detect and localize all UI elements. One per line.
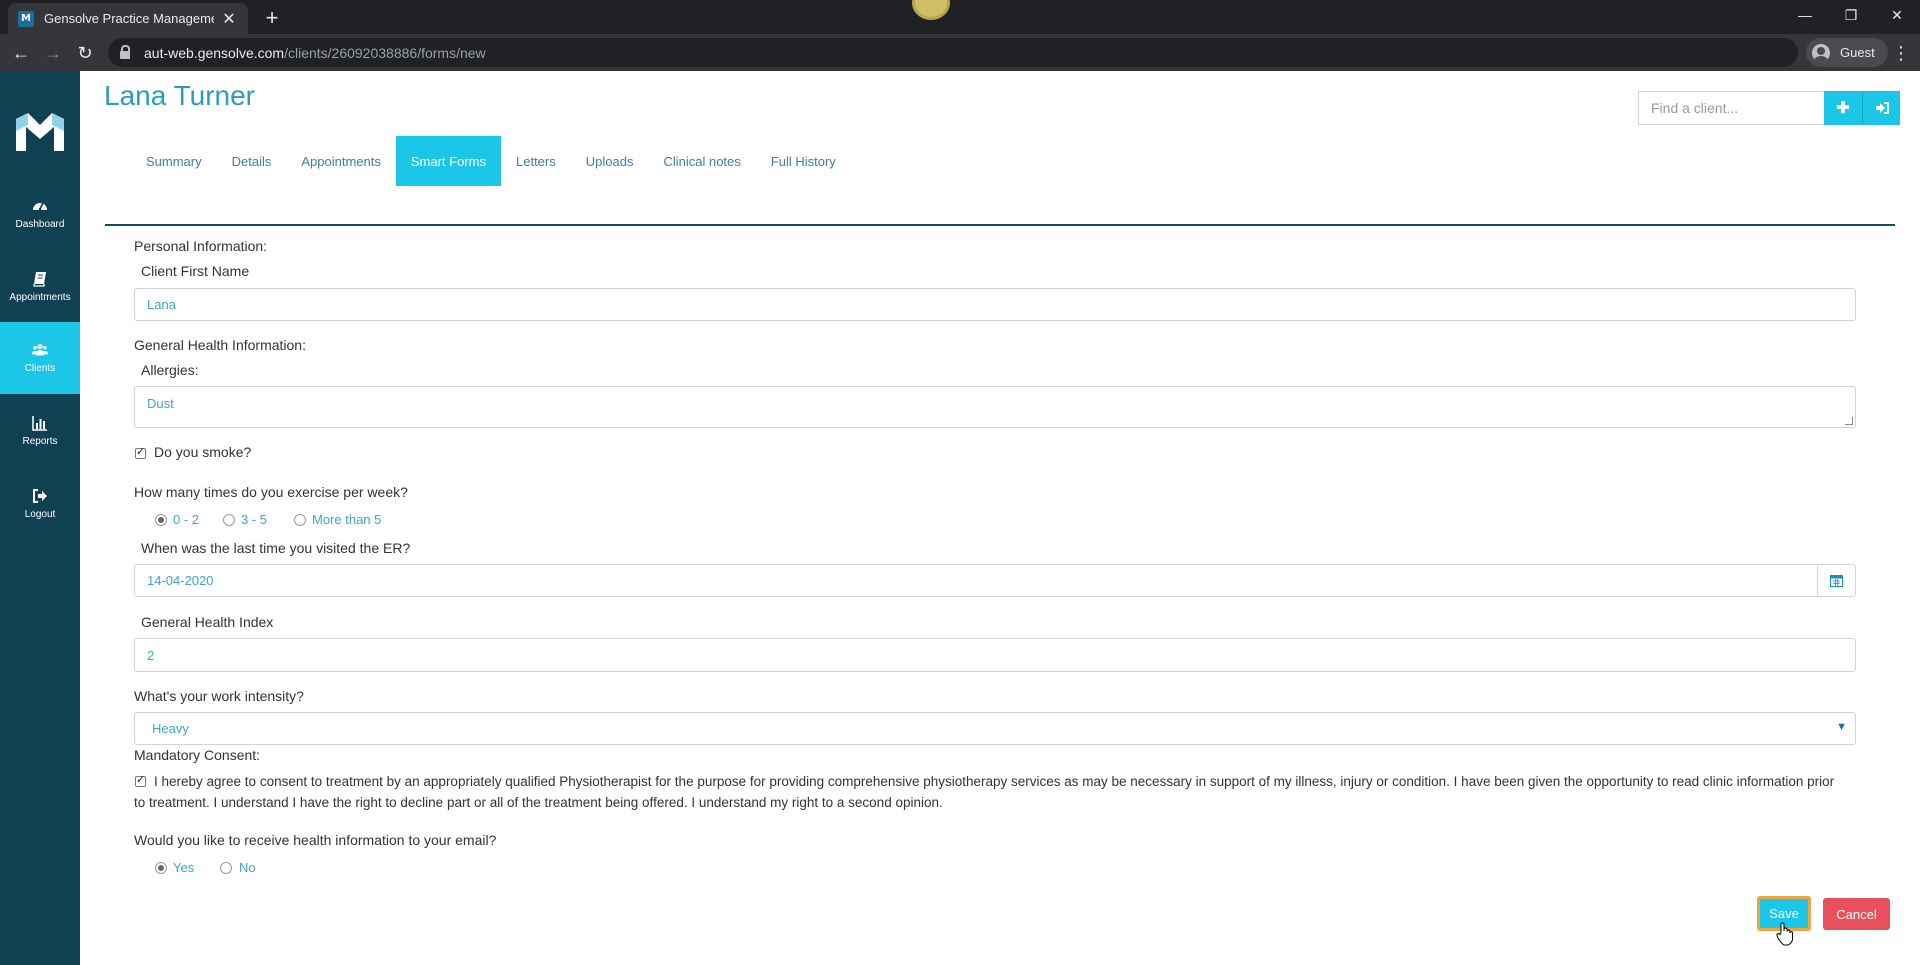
email-option-label: No [239,860,256,875]
exercise-radio-3-5[interactable] [223,514,235,526]
exercise-option-label: More than 5 [312,512,382,527]
tab-summary[interactable]: Summary [131,136,217,186]
gensolve-logo-icon[interactable] [14,109,66,153]
exercise-label: How many times do you exercise per week? [134,484,408,500]
add-client-button[interactable]: ✚ [1824,91,1862,125]
url-path: /clients/26092038886/forms/new [284,44,486,61]
allergies-label: Allergies: [141,362,199,378]
back-icon[interactable]: ← [8,40,34,66]
first-name-label: Client First Name [141,263,250,279]
new-tab-icon[interactable]: + [258,4,286,32]
cancel-button[interactable]: Cancel [1823,898,1890,930]
find-client-input[interactable] [1638,91,1825,125]
tab-clinical-notes[interactable]: Clinical notes [648,136,755,186]
er-date-field[interactable]: 14-04-2020 [134,564,1856,597]
client-tabs: Summary Details Appointments Smart Forms… [131,136,851,186]
browser-tabstrip: M Gensolve Practice Management ✕ + — ❐ ✕ [0,0,1920,34]
consent-heading: Mandatory Consent: [134,747,261,763]
sidebar-item-reports[interactable]: Reports [0,395,80,467]
open-client-button[interactable] [1862,91,1900,125]
personal-info-heading: Personal Information: [134,238,268,254]
account-icon [1812,43,1830,62]
sidebar: Dashboard Appointments Clients Reports L… [0,71,80,965]
sidebar-item-dashboard[interactable]: Dashboard [0,178,80,250]
first-name-field[interactable]: Lana [134,288,1856,321]
page-title: Lana Turner [104,80,255,111]
calendar-icon [1830,575,1843,587]
forward-icon[interactable]: → [40,40,66,66]
gensolve-favicon-icon: M [18,10,34,27]
tab-letters[interactable]: Letters [501,136,571,186]
tab-smart-forms[interactable]: Smart Forms [395,136,501,186]
close-window-icon[interactable]: ✕ [1874,0,1920,30]
minimize-icon[interactable]: — [1782,0,1828,30]
address-bar[interactable]: aut-web.gensolve.com/clients/26092038886… [108,38,1798,67]
sidebar-item-label: Dashboard [15,219,65,230]
menu-icon[interactable]: ⋮ [1892,40,1910,66]
exercise-radio-0-2[interactable] [155,514,167,526]
health-index-field[interactable]: 2 [134,638,1856,672]
lock-icon [120,44,130,59]
calendar-button[interactable] [1817,565,1855,596]
reload-icon[interactable]: ↻ [72,40,98,66]
allergies-value: Dust [147,396,174,411]
profile-label: Guest [1840,45,1875,60]
email-radio-no[interactable] [220,862,232,874]
browser-toolbar: ← → ↻ aut-web.gensolve.com/clients/26092… [0,34,1920,71]
sidebar-item-logout[interactable]: Logout [0,468,80,540]
close-tab-icon[interactable]: ✕ [220,9,238,29]
tab-appointments[interactable]: Appointments [286,136,396,186]
restore-icon[interactable]: ❐ [1828,0,1874,30]
smoke-checkbox[interactable] [135,445,146,459]
work-intensity-label: What's your work intensity? [134,688,304,704]
sidebar-item-label: Clients [24,363,56,374]
sign-in-icon [1875,102,1889,114]
health-index-label: General Health Index [141,614,274,630]
first-name-value: Lana [147,297,176,312]
sign-out-icon [33,489,47,503]
exercise-option-label: 3 - 5 [241,512,268,527]
health-info-heading: General Health Information: [134,337,306,353]
exercise-option-label: 0 - 2 [173,512,200,527]
tab-full-history[interactable]: Full History [756,136,851,186]
tabs-divider [105,224,1895,226]
plus-icon: ✚ [1836,100,1850,117]
profile-button[interactable]: Guest [1806,38,1888,67]
er-date-value: 14-04-2020 [147,573,214,588]
browser-tab-title: Gensolve Practice Management [44,11,214,26]
er-visit-label: When was the last time you visited the E… [141,540,411,556]
cursor-highlight-indicator [912,0,950,20]
sidebar-item-label: Logout [24,509,56,520]
hand-cursor-icon [1776,922,1794,946]
sidebar-item-label: Reports [22,436,58,447]
sidebar-item-clients[interactable]: Clients [0,322,80,394]
book-icon [33,272,46,287]
allergies-textarea[interactable]: Dust [134,386,1856,428]
smoke-label: Do you smoke? [154,444,252,460]
tab-uploads[interactable]: Uploads [571,136,649,186]
chevron-down-icon: ▼ [1836,721,1847,733]
consent-text: I hereby agree to consent to treatment b… [134,774,1835,810]
health-index-value: 2 [147,647,155,663]
users-icon [32,343,48,356]
email-option-label: Yes [173,860,195,875]
exercise-radio-more-than-5[interactable] [294,514,306,526]
sidebar-item-appointments[interactable]: Appointments [0,251,80,323]
work-intensity-select[interactable]: Heavy ▼ [134,712,1856,745]
resize-handle-icon[interactable] [1845,417,1853,425]
browser-tab[interactable]: M Gensolve Practice Management ✕ [8,3,248,34]
tab-details[interactable]: Details [217,136,287,186]
sidebar-item-label: Appointments [9,292,71,303]
work-intensity-value: Heavy [152,721,189,736]
email-radio-yes[interactable] [155,862,167,874]
dashboard-icon [33,202,47,211]
email-pref-label: Would you like to receive health informa… [134,832,497,848]
url-host: aut-web.gensolve.com [144,44,285,61]
bar-chart-icon [32,416,47,431]
